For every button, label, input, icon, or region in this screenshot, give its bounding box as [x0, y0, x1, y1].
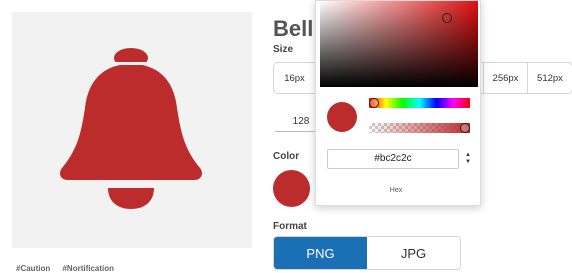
alpha-slider[interactable]: [369, 123, 470, 133]
bell-icon: [52, 48, 212, 209]
icon-title: Bell: [273, 16, 314, 41]
mode-toggle-icon[interactable]: ▲ ▼: [463, 151, 473, 167]
color-swatch[interactable]: [273, 170, 310, 207]
hex-input[interactable]: #bc2c2c: [327, 149, 459, 169]
format-png-button[interactable]: PNG: [274, 237, 367, 269]
mode-label: Hex: [389, 187, 403, 194]
saturation-value-area[interactable]: [320, 1, 478, 87]
tag-notification[interactable]: #Nortification: [62, 264, 114, 273]
picker-color-preview: [327, 102, 357, 132]
format-jpg-button[interactable]: JPG: [367, 237, 460, 269]
format-label: Format: [273, 221, 307, 232]
tag-list: #Caution #Nortification: [16, 264, 124, 273]
sv-cursor[interactable]: [442, 13, 452, 23]
size-option-16[interactable]: 16px: [274, 63, 316, 93]
size-label: Size: [273, 44, 294, 55]
color-label: Color: [273, 151, 300, 162]
hue-slider-knob[interactable]: [369, 98, 379, 108]
size-option-256[interactable]: 256px: [484, 63, 528, 93]
size-option-512[interactable]: 512px: [528, 63, 572, 93]
format-selector: PNG JPG: [273, 236, 461, 270]
icon-preview: [12, 12, 252, 248]
color-picker-popup: #bc2c2c ▲ ▼ Hex: [315, 0, 481, 206]
hue-slider[interactable]: [369, 98, 470, 108]
tag-caution[interactable]: #Caution: [16, 264, 50, 273]
alpha-slider-knob[interactable]: [460, 123, 470, 133]
